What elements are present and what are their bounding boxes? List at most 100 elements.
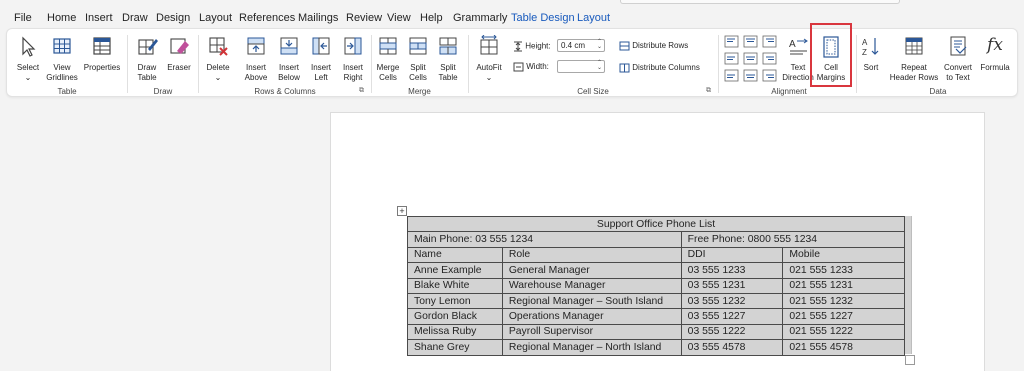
table-cell[interactable]: Payroll Supervisor	[501, 323, 682, 341]
tab-review[interactable]: Review	[346, 11, 382, 25]
table-cell[interactable]: Regional Manager – North Island	[501, 339, 682, 356]
table-cell[interactable]: 03 555 1227	[680, 308, 784, 325]
table-move-handle-icon[interactable]: +	[397, 206, 407, 216]
table-cell[interactable]: 03 555 1231	[680, 277, 784, 294]
svg-text:Z: Z	[862, 48, 867, 57]
insert-right-button[interactable]: Insert Right	[337, 35, 369, 83]
table-cell[interactable]: 021 555 1233	[782, 262, 905, 279]
height-value: 0.4 cm	[561, 41, 586, 50]
insert-above-button[interactable]: Insert Above	[240, 35, 272, 83]
header-cell[interactable]: Mobile	[782, 246, 905, 264]
tab-mailings[interactable]: Mailings	[298, 11, 338, 25]
tab-table-layout[interactable]: Layout	[577, 11, 611, 30]
tab-layout-page[interactable]: Layout	[199, 11, 232, 25]
table-cell[interactable]: 03 555 1222	[680, 323, 784, 341]
tab-draw[interactable]: Draw	[122, 11, 148, 25]
table-resize-handle-icon[interactable]	[905, 355, 915, 365]
top-search-area[interactable]	[620, 0, 900, 4]
table-cell[interactable]: General Manager	[501, 262, 682, 279]
width-input[interactable]: ⌃ ⌄	[557, 60, 605, 73]
insert-above-icon	[247, 37, 265, 55]
tab-table-design[interactable]: Table Design	[511, 11, 575, 25]
draw-table-label-1: Draw	[137, 63, 157, 72]
split-table-button[interactable]: Split Table	[433, 35, 463, 83]
table-title-cell[interactable]: Support Office Phone List	[407, 215, 905, 233]
table-cell[interactable]: 03 555 4578	[680, 339, 784, 356]
table-cell[interactable]: Shane Grey	[407, 339, 503, 356]
dialog-launcher-icon[interactable]: ⧉	[359, 87, 364, 95]
table-cell[interactable]: 03 555 1233	[680, 262, 784, 279]
repeat-header-rows-button[interactable]: Repeat Header Rows	[888, 35, 940, 83]
delete-button[interactable]: Delete ⌄	[201, 35, 235, 83]
split-cells-icon	[409, 37, 427, 55]
table-cell[interactable]: Tony Lemon	[407, 292, 503, 310]
distribute-columns-button[interactable]: Distribute Columns	[619, 63, 700, 73]
spin-arrows-icon[interactable]: ⌃ ⌄	[597, 60, 602, 71]
free-phone-cell[interactable]: Free Phone: 0800 555 1234	[680, 231, 906, 248]
tab-insert[interactable]: Insert	[85, 11, 113, 25]
tab-grammarly[interactable]: Grammarly	[453, 11, 507, 25]
autofit-button[interactable]: AutoFit ⌄	[471, 35, 507, 83]
insert-above-label-1: Insert	[245, 63, 266, 72]
table-row: Shane Grey Regional Manager – North Isla…	[407, 339, 905, 356]
table-cell[interactable]: 021 555 4578	[782, 339, 905, 356]
table-cell[interactable]: Gordon Black	[407, 308, 503, 325]
sort-button[interactable]: AZ Sort	[858, 35, 884, 83]
align-icons[interactable]	[723, 34, 779, 84]
select-button[interactable]: Select ⌄	[13, 35, 43, 83]
table-row: Support Office Phone List	[407, 215, 905, 233]
convert-to-text-button[interactable]: Convert to Text	[940, 35, 976, 83]
insert-below-button[interactable]: Insert Below	[273, 35, 305, 83]
view-gridlines-button[interactable]: View Gridlines	[43, 35, 81, 83]
table-cell[interactable]: Regional Manager – South Island	[501, 292, 682, 310]
tab-home[interactable]: Home	[47, 11, 76, 25]
svg-text:A: A	[862, 38, 868, 47]
width-row: Width:	[513, 62, 549, 72]
pencil-table-icon	[138, 39, 158, 55]
tab-references[interactable]: References	[239, 11, 295, 25]
eraser-button[interactable]: Eraser	[163, 35, 195, 83]
table-cell[interactable]: Blake White	[407, 277, 503, 294]
distribute-rows-button[interactable]: Distribute Rows	[619, 41, 688, 51]
table-cell[interactable]: 021 555 1232	[782, 292, 905, 310]
tab-design[interactable]: Design	[156, 11, 190, 25]
properties-button[interactable]: Properties	[83, 35, 121, 83]
highlight-box	[810, 23, 852, 87]
convert-label-2: to Text	[946, 73, 970, 82]
group-label-cell-size: Cell Size	[577, 87, 609, 96]
header-cell[interactable]: Role	[501, 246, 682, 264]
merge-cells-button[interactable]: Merge Cells	[373, 35, 403, 83]
table-cell[interactable]: 021 555 1222	[782, 323, 905, 341]
table-cell[interactable]: 021 555 1227	[782, 308, 905, 325]
header-cell[interactable]: Name	[407, 246, 503, 264]
formula-button[interactable]: fx Formula	[976, 35, 1014, 83]
split-cells-button[interactable]: Split Cells	[403, 35, 433, 83]
table-properties-icon	[93, 37, 111, 55]
tab-view[interactable]: View	[387, 11, 411, 25]
insert-left-button[interactable]: Insert Left	[305, 35, 337, 83]
phone-list-table[interactable]: Support Office Phone List Main Phone: 03…	[407, 215, 906, 356]
tab-file[interactable]: File	[14, 11, 32, 25]
tab-help[interactable]: Help	[420, 11, 443, 25]
main-phone-cell[interactable]: Main Phone: 03 555 1234	[407, 231, 682, 248]
table-cell[interactable]: Anne Example	[407, 262, 503, 279]
split-table-icon	[439, 37, 457, 55]
insert-left-label-1: Insert	[310, 63, 331, 72]
draw-table-button[interactable]: Draw Table	[131, 35, 163, 83]
table-cell[interactable]: Melissa Ruby	[407, 323, 503, 341]
table-cell[interactable]: 03 555 1232	[680, 292, 784, 310]
table-cell[interactable]: Warehouse Manager	[501, 277, 682, 294]
sort-label: Sort	[863, 63, 879, 72]
header-cell[interactable]: DDI	[680, 246, 784, 264]
table-cell[interactable]: Operations Manager	[501, 308, 682, 325]
table-cell[interactable]: 021 555 1231	[782, 277, 905, 294]
group-label-data: Data	[929, 87, 947, 96]
height-input[interactable]: 0.4 cm ⌃ ⌄	[557, 39, 605, 52]
spin-arrows-icon[interactable]: ⌃ ⌄	[597, 39, 602, 50]
table-row: Blake White Warehouse Manager 03 555 123…	[407, 277, 905, 294]
group-label-draw: Draw	[153, 87, 173, 96]
dialog-launcher-icon[interactable]: ⧉	[706, 87, 711, 95]
column-width-icon	[513, 62, 524, 72]
distribute-rows-icon	[619, 41, 630, 51]
distribute-columns-label: Distribute Columns	[632, 63, 700, 73]
